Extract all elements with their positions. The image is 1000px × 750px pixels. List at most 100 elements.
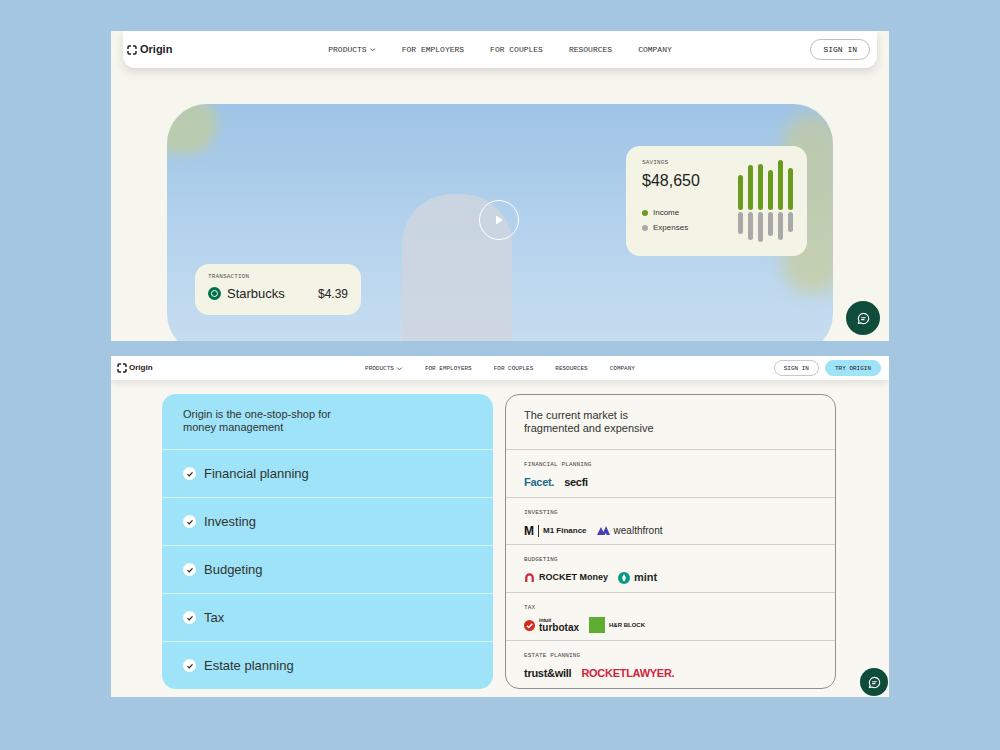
competitor-logo: ROCKET Money <box>524 571 608 585</box>
nav-item[interactable]: RESOURCES <box>569 44 612 56</box>
rocket-money-icon <box>524 572 535 583</box>
logo-name: turbotax <box>539 623 579 633</box>
feature-row: Budgeting <box>162 545 493 593</box>
transaction-amount: $4.39 <box>318 285 348 303</box>
competitor-logo: H&R BLOCK <box>589 617 645 633</box>
income-bar <box>748 165 753 210</box>
origin-panel: Origin is the one-stop-shop for money ma… <box>162 394 493 689</box>
income-bar <box>738 175 743 210</box>
logo[interactable]: Origin <box>127 41 328 58</box>
competitor-logo: trust&will <box>524 665 571 682</box>
savings-card: SAVINGS $48,650 IncomeExpenses <box>626 146 807 256</box>
market-category-row: FINANCIAL PLANNINGFacet.secfi <box>506 449 835 497</box>
top-nav-bar: OriginPRODUCTS FOR EMPLOYERS FOR COUPLES RE… <box>123 31 877 68</box>
expense-bar <box>778 212 783 240</box>
nav-menu: PRODUCTS FOR EMPLOYERS FOR COUPLES RESOURCE… <box>365 364 635 373</box>
chat-icon <box>857 312 870 325</box>
chat-icon <box>868 676 881 689</box>
top-screenshot: OriginPRODUCTS FOR EMPLOYERS FOR COUPLES RE… <box>111 31 889 341</box>
category-label: INVESTING <box>524 508 817 517</box>
nav-menu: PRODUCTS FOR EMPLOYERS FOR COUPLES RESOURCE… <box>328 44 671 56</box>
market-panel-title: The current market is fragmented and exp… <box>524 409 674 435</box>
feature-row: Tax <box>162 593 493 641</box>
feature-row: Estate planning <box>162 641 493 689</box>
chat-button[interactable] <box>860 668 888 696</box>
expense-bar <box>738 212 743 234</box>
try-origin-button[interactable]: TRY ORIGIN <box>825 360 881 376</box>
chevron-down-icon <box>369 46 376 53</box>
check-icon <box>183 467 196 480</box>
nav-item[interactable]: FOR COUPLES <box>494 364 534 373</box>
competitor-logo: wealthfront <box>597 523 663 538</box>
nav-item[interactable]: COMPANY <box>610 364 635 373</box>
category-label: TAX <box>524 603 817 612</box>
logo-name: Facet. <box>524 474 554 491</box>
logo-name: M1 Finance <box>543 525 587 537</box>
sign-in-button[interactable]: SIGN IN <box>810 39 870 60</box>
expense-bar <box>768 212 773 236</box>
m1-mark: M <box>524 522 534 540</box>
chat-button[interactable] <box>846 301 880 335</box>
nav-item[interactable]: COMPANY <box>638 44 672 56</box>
origin-panel-title: Origin is the one-stop-shop for money ma… <box>183 408 348 434</box>
nav-item[interactable]: PRODUCTS <box>328 44 375 56</box>
expense-bar <box>748 212 753 240</box>
check-icon <box>183 659 196 672</box>
play-icon <box>493 214 505 226</box>
income-bar <box>768 170 773 210</box>
logo-name: wealthfront <box>614 523 663 538</box>
wealthfront-icon <box>597 525 610 536</box>
income-bar <box>778 160 783 210</box>
feature-row: Financial planning <box>162 449 493 497</box>
savings-label: SAVINGS <box>642 158 700 167</box>
logo[interactable]: Origin <box>117 362 365 374</box>
nav-item[interactable]: FOR COUPLES <box>490 44 543 56</box>
competitor-logo: mint <box>618 569 657 586</box>
transaction-label: TRANSACTION <box>208 272 348 281</box>
legend-item: Expenses <box>642 222 700 234</box>
income-bar <box>788 168 793 210</box>
expense-bar <box>758 212 763 242</box>
competitor-logo: M M1 Finance <box>524 522 587 540</box>
expense-bars <box>738 212 793 244</box>
nav-item[interactable]: FOR EMPLOYERS <box>425 364 472 373</box>
competitor-logo: Facet. <box>524 474 554 491</box>
legend-dot <box>642 210 648 216</box>
nav-item[interactable]: FOR EMPLOYERS <box>402 44 464 56</box>
check-icon <box>183 563 196 576</box>
chevron-down-icon <box>396 365 403 372</box>
mint-icon <box>618 572 630 584</box>
income-bars <box>738 160 793 210</box>
category-label: ESTATE PLANNING <box>524 651 817 660</box>
chart-legend: IncomeExpenses <box>642 207 700 234</box>
transaction-card: TRANSACTION Starbucks $4.39 <box>195 264 361 315</box>
hr-block-icon <box>589 617 605 633</box>
logo-name: ROCKET Money <box>539 571 608 585</box>
check-icon <box>183 611 196 624</box>
starbucks-icon <box>208 287 221 300</box>
savings-chart <box>738 158 793 244</box>
category-label: BUDGETING <box>524 555 817 564</box>
bottom-screenshot: OriginPRODUCTS FOR EMPLOYERS FOR COUPLES RE… <box>111 356 889 697</box>
merchant-name: Starbucks <box>227 284 285 304</box>
savings-amount: $48,650 <box>642 169 700 193</box>
bottom-nav-bar: OriginPRODUCTS FOR EMPLOYERS FOR COUPLES RE… <box>111 356 889 380</box>
logo-name: mint <box>634 569 657 586</box>
market-category-row: ESTATE PLANNING trust&will ROCKETLAWYER. <box>506 640 835 688</box>
competitor-logo: ROCKETLAWYER. <box>581 665 674 682</box>
expense-bar <box>788 212 793 232</box>
nav-item[interactable]: RESOURCES <box>555 364 587 373</box>
competitor-logo: secfi <box>564 474 588 491</box>
logo-name: ROCKETLAWYER. <box>581 665 674 682</box>
logo-name: H&R BLOCK <box>609 621 645 630</box>
play-button[interactable] <box>479 200 519 240</box>
nav-item[interactable]: PRODUCTS <box>365 364 403 373</box>
hero-video[interactable]: TRANSACTION Starbucks $4.39 SAVINGS $48,650 I… <box>167 104 833 341</box>
market-category-row: INVESTING M M1 Finance wealthfront <box>506 497 835 545</box>
logo-name: secfi <box>564 474 588 491</box>
sign-in-button[interactable]: SIGN IN <box>774 360 819 376</box>
origin-logo-icon <box>117 363 127 373</box>
logo-name: trust&will <box>524 665 571 682</box>
turbotax-icon <box>524 620 535 631</box>
income-bar <box>758 164 763 210</box>
